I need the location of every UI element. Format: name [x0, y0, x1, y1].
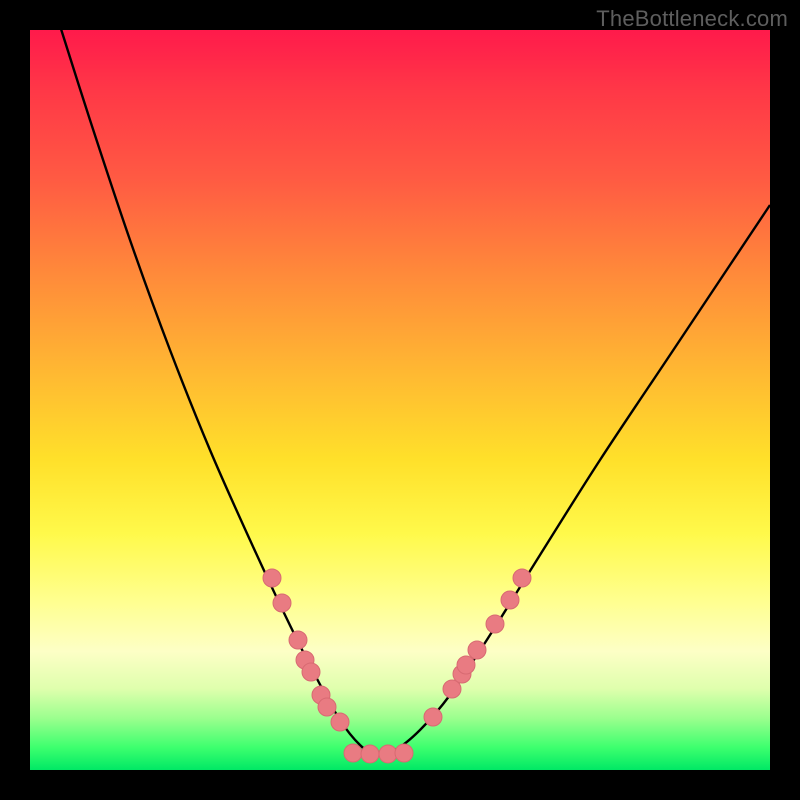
marker-group — [263, 569, 531, 763]
marker-point — [331, 713, 349, 731]
outer-frame: TheBottleneck.com — [0, 0, 800, 800]
marker-point — [302, 663, 320, 681]
marker-point — [273, 594, 291, 612]
marker-point — [424, 708, 442, 726]
marker-point — [344, 744, 362, 762]
bottleneck-chart — [30, 30, 770, 770]
marker-point — [318, 698, 336, 716]
marker-point — [379, 745, 397, 763]
marker-point — [486, 615, 504, 633]
marker-point — [289, 631, 307, 649]
bottleneck-curve-path — [55, 10, 770, 754]
marker-point — [395, 744, 413, 762]
marker-point — [361, 745, 379, 763]
marker-point — [513, 569, 531, 587]
marker-point — [457, 656, 475, 674]
marker-point — [263, 569, 281, 587]
watermark-text: TheBottleneck.com — [596, 6, 788, 32]
marker-point — [501, 591, 519, 609]
marker-point — [468, 641, 486, 659]
